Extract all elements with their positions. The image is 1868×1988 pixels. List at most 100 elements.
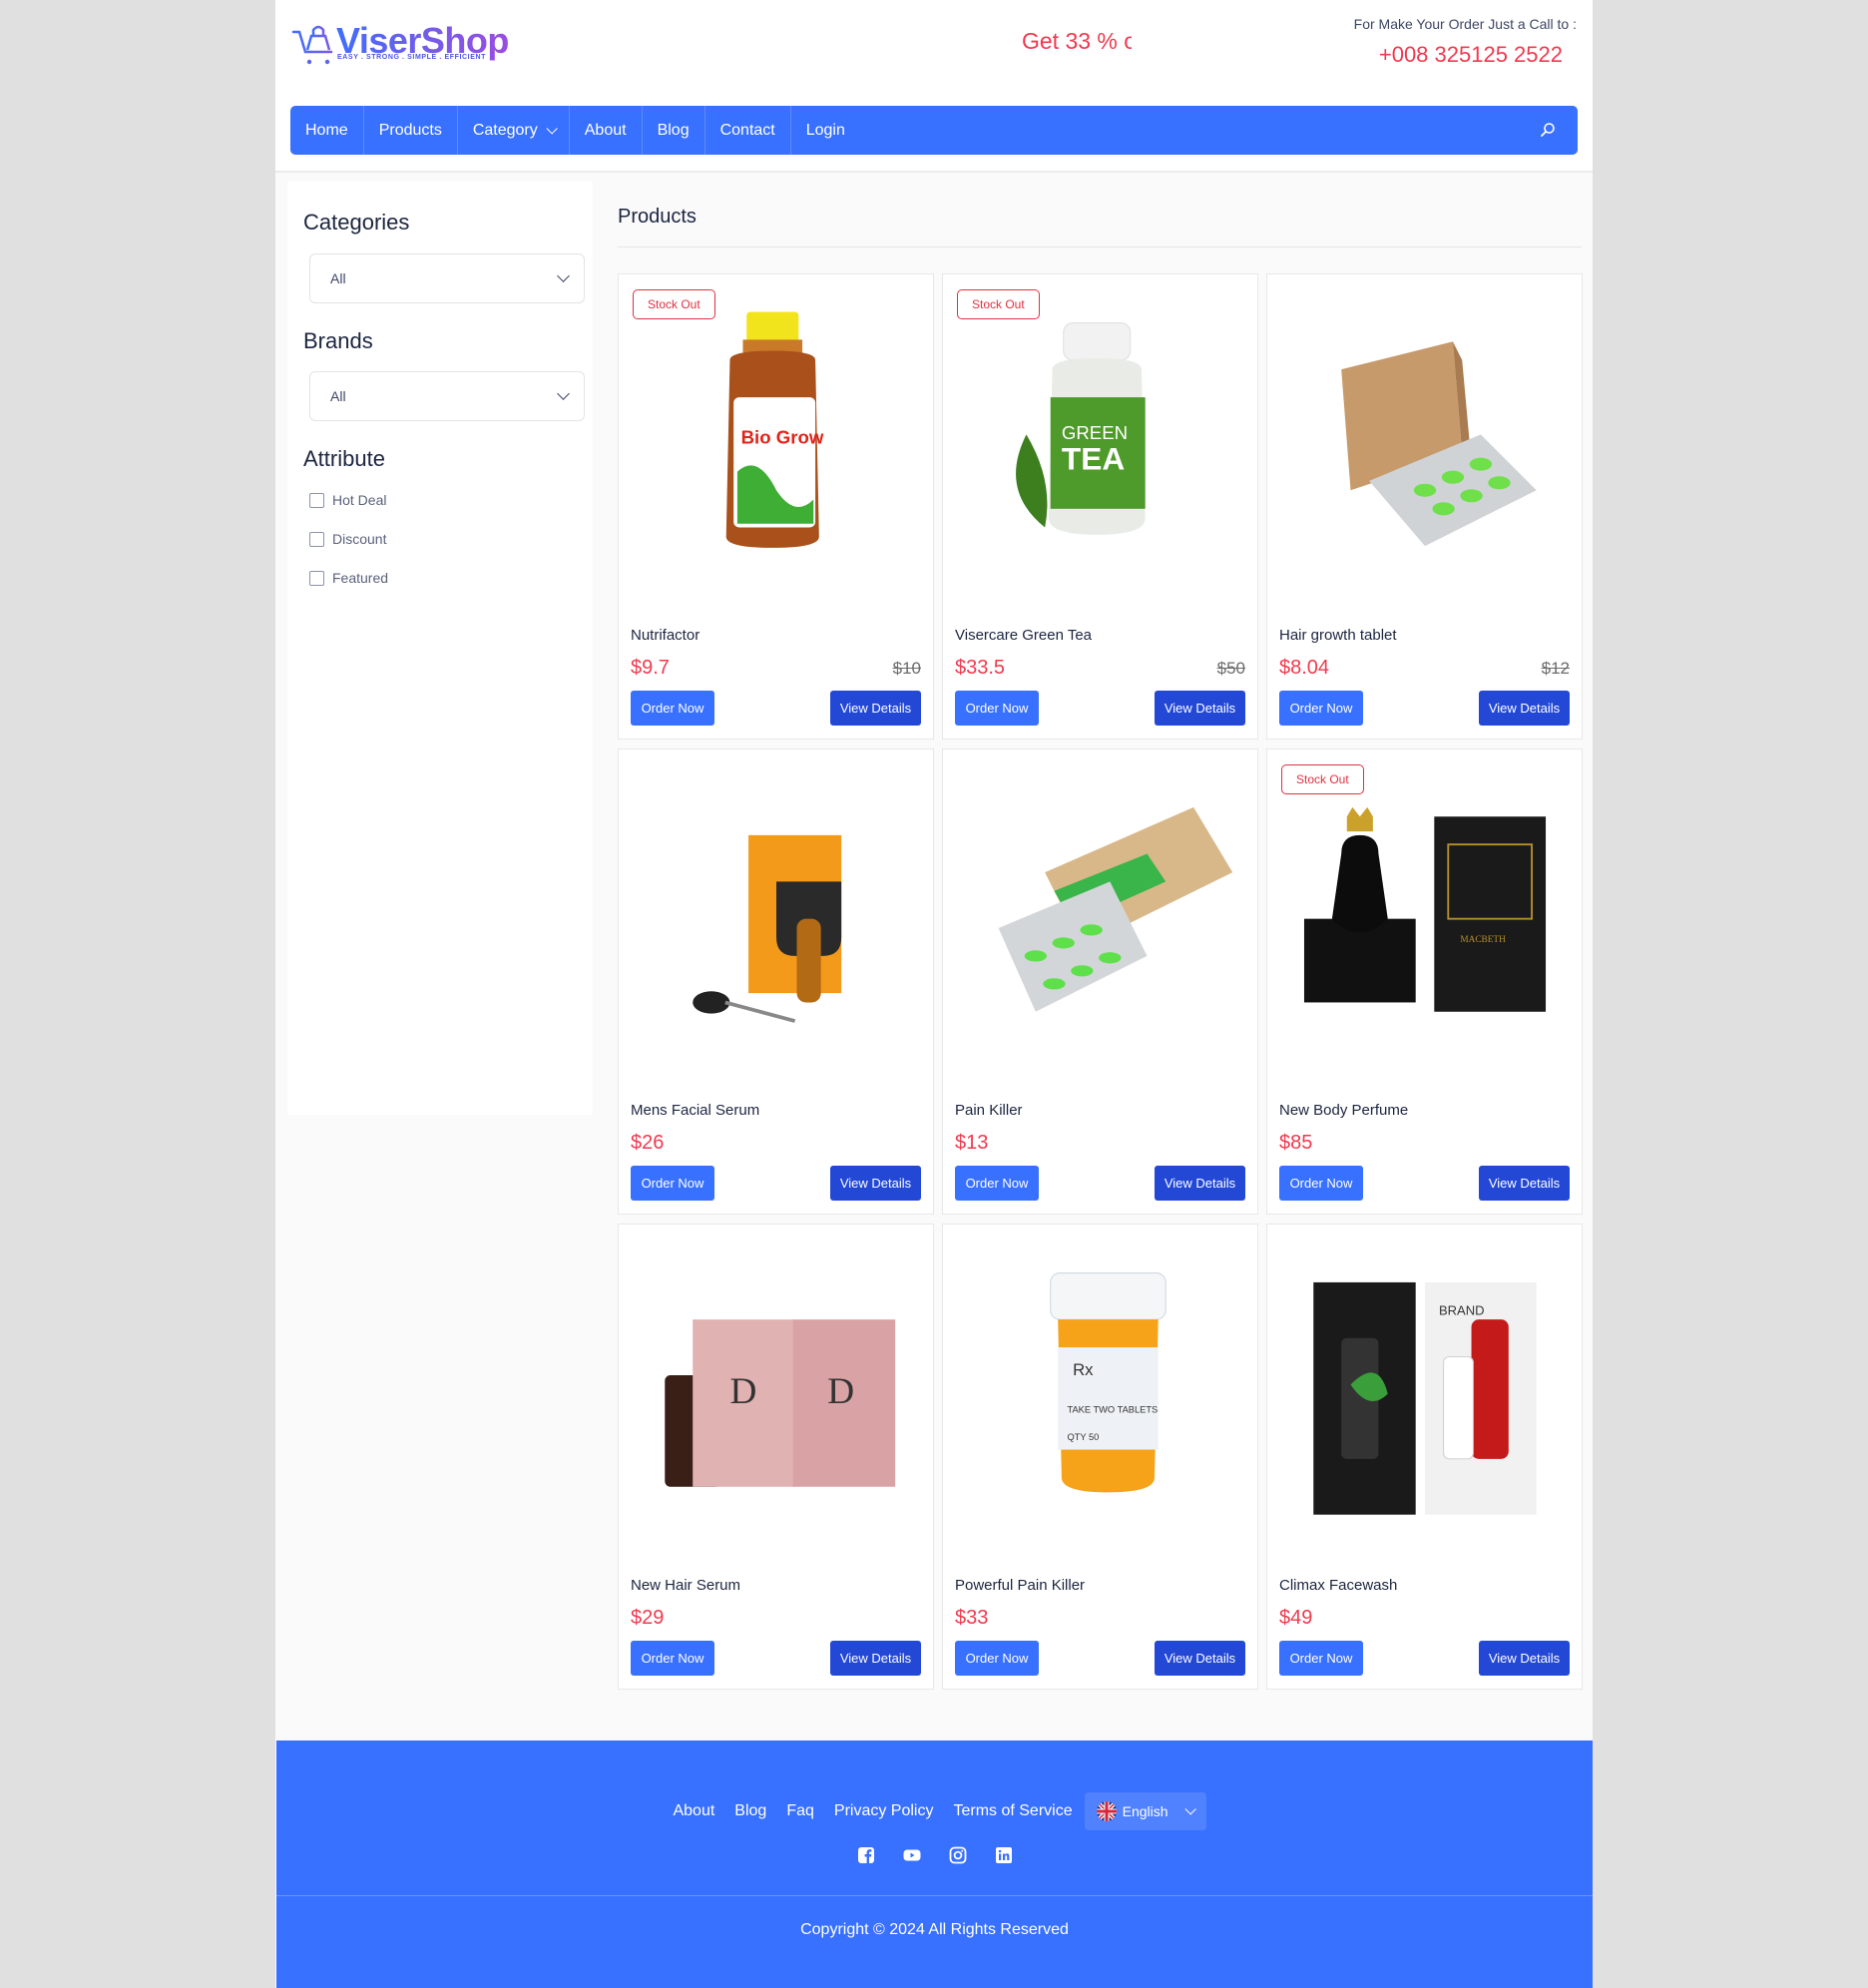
language-select[interactable]: English (1084, 1792, 1206, 1830)
order-now-button[interactable]: Order Now (1279, 1166, 1363, 1201)
product-name[interactable]: Powerful Pain Killer (955, 1577, 1085, 1594)
svg-text:BRAND: BRAND (1439, 1303, 1485, 1318)
nav-item-login[interactable]: Login (791, 106, 860, 155)
nav-item-category[interactable]: Category (458, 106, 570, 155)
view-details-button[interactable]: View Details (830, 1166, 921, 1201)
product-card[interactable]: GREEN TEA Stock Out Visercare Green Tea $33.… (942, 273, 1258, 740)
chevron-down-icon (557, 387, 570, 400)
product-card[interactable]: BRAND Climax Facewash $49 Order Now View Det… (1266, 1224, 1583, 1690)
checkbox[interactable] (309, 492, 324, 508)
language-label: English (1122, 1803, 1168, 1819)
svg-text:QTY 50: QTY 50 (1067, 1432, 1099, 1442)
order-now-button[interactable]: Order Now (631, 691, 714, 726)
checkbox[interactable] (309, 570, 324, 586)
product-card[interactable]: Pain Killer $13 Order Now View Details (942, 748, 1258, 1215)
site-footer: About Blog Faq Privacy Policy Terms of S… (276, 1740, 1593, 1988)
search-icon[interactable] (1540, 122, 1556, 138)
copyright-text: Copyright © 2024 All Rights Reserved (800, 1921, 1069, 1938)
product-image[interactable] (955, 779, 1246, 1049)
view-details-button[interactable]: View Details (830, 691, 921, 726)
order-now-button[interactable]: Order Now (631, 1641, 714, 1676)
product-card[interactable]: Bio Grow Stock Out Nutrifactor $9.7 $10 Order… (618, 273, 934, 740)
footer-link-privacy-policy[interactable]: Privacy Policy (834, 1802, 934, 1820)
footer-links: About Blog Faq Privacy Policy Terms of S… (276, 1792, 1593, 1830)
product-card[interactable]: Rx TAKE TWO TABLETS QTY 50 Powerful Pain Ki… (942, 1224, 1258, 1690)
nav-item-blog[interactable]: Blog (643, 106, 705, 155)
product-image[interactable]: GREENTEA (955, 304, 1246, 574)
footer-link-blog[interactable]: Blog (734, 1802, 766, 1820)
product-image[interactable]: MACBETH (1279, 779, 1571, 1049)
svg-text:D: D (827, 1371, 854, 1412)
view-details-button[interactable]: View Details (1155, 1166, 1245, 1201)
svg-text:D: D (729, 1371, 756, 1412)
view-details-button[interactable]: View Details (1479, 691, 1570, 726)
product-name[interactable]: Climax Facewash (1279, 1577, 1397, 1594)
product-price: $49 (1279, 1607, 1313, 1629)
nav-label: Contact (719, 121, 775, 139)
product-price: $29 (631, 1607, 665, 1629)
product-name[interactable]: Nutrifactor (631, 627, 700, 644)
youtube-icon[interactable] (903, 1846, 921, 1864)
attribute-featured[interactable]: Featured (309, 570, 388, 586)
footer-link-faq[interactable]: Faq (786, 1802, 814, 1820)
product-old-price: $50 (1216, 659, 1245, 678)
chevron-down-icon (546, 122, 558, 135)
view-details-button[interactable]: View Details (1479, 1641, 1570, 1676)
svg-text:TAKE TWO TABLETS: TAKE TWO TABLETS (1067, 1404, 1158, 1414)
product-card[interactable]: MACBETH Stock Out New Body Perfume $85 Order… (1266, 748, 1583, 1215)
svg-text:Bio Grow: Bio Grow (741, 427, 824, 448)
product-name[interactable]: Visercare Green Tea (955, 627, 1092, 644)
view-details-button[interactable]: View Details (1155, 1641, 1245, 1676)
order-now-button[interactable]: Order Now (955, 691, 1039, 726)
shopping-cart-icon (291, 25, 333, 65)
product-image[interactable]: Rx TAKE TWO TABLETS QTY 50 (955, 1254, 1246, 1524)
nav-item-contact[interactable]: Contact (705, 106, 791, 155)
nav-label: Category (472, 121, 538, 139)
linkedin-icon[interactable] (995, 1846, 1013, 1864)
order-now-button[interactable]: Order Now (1279, 1641, 1363, 1676)
main-nav: Home Products Category About Blog Contac… (290, 106, 1578, 155)
logo[interactable]: ViserShop EASY . STRONG . SIMPLE . EFFIC… (291, 20, 509, 68)
nav-item-home[interactable]: Home (290, 106, 364, 155)
product-name[interactable]: Mens Facial Serum (631, 1102, 759, 1119)
order-now-button[interactable]: Order Now (631, 1166, 714, 1201)
product-card[interactable]: Mens Facial Serum $26 Order Now View Detail… (618, 748, 934, 1215)
checkbox[interactable] (309, 531, 324, 547)
product-name[interactable]: New Body Perfume (1279, 1102, 1408, 1119)
nav-item-products[interactable]: Products (364, 106, 458, 155)
view-details-button[interactable]: View Details (1155, 691, 1245, 726)
order-now-button[interactable]: Order Now (1279, 691, 1363, 726)
stock-out-badge: Stock Out (957, 289, 1040, 319)
product-price: $9.7 (631, 657, 670, 679)
nav-item-about[interactable]: About (570, 106, 643, 155)
product-image[interactable] (631, 779, 922, 1049)
categories-select[interactable]: All (309, 253, 585, 303)
brands-select[interactable]: All (309, 371, 585, 421)
footer-link-terms-of-service[interactable]: Terms of Service (953, 1802, 1072, 1820)
view-details-button[interactable]: View Details (1479, 1166, 1570, 1201)
attribute-hot-deal[interactable]: Hot Deal (309, 492, 386, 508)
checkbox-label: Discount (332, 531, 387, 547)
product-card[interactable]: Hair growth tablet $8.04 $12 Order Now View … (1266, 273, 1583, 740)
filter-sidebar: Categories All Brands All Attribute Hot … (287, 182, 593, 1115)
product-grid: Bio Grow Stock Out Nutrifactor $9.7 $10 Order… (618, 273, 1583, 1690)
view-details-button[interactable]: View Details (830, 1641, 921, 1676)
svg-text:Rx: Rx (1073, 1360, 1094, 1379)
order-now-button[interactable]: Order Now (955, 1641, 1039, 1676)
product-name[interactable]: Pain Killer (955, 1102, 1023, 1119)
order-now-button[interactable]: Order Now (955, 1166, 1039, 1201)
product-name[interactable]: Hair growth tablet (1279, 627, 1397, 644)
footer-link-about[interactable]: About (673, 1802, 714, 1820)
attribute-discount[interactable]: Discount (309, 531, 386, 547)
product-image[interactable] (1279, 304, 1571, 574)
product-image[interactable]: DD (631, 1254, 922, 1524)
instagram-icon[interactable] (949, 1846, 967, 1864)
facebook-icon[interactable] (857, 1846, 875, 1864)
product-image[interactable]: BRAND (1279, 1254, 1571, 1524)
product-name[interactable]: New Hair Serum (631, 1577, 740, 1594)
product-card[interactable]: D D New Hair Serum $29 Order Now View Details (618, 1224, 934, 1690)
product-image[interactable]: Bio Grow (631, 304, 922, 574)
logo-tagline: EASY . STRONG . SIMPLE . EFFICIENT (337, 54, 487, 61)
divider (276, 1895, 1593, 1896)
call-number[interactable]: +008 325125 2522 (1379, 42, 1563, 68)
